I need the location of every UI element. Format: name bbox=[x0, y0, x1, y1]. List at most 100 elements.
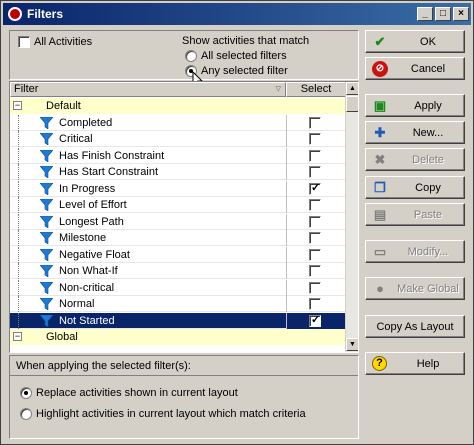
filter-select-checkbox[interactable] bbox=[309, 248, 321, 261]
filter-funnel-icon bbox=[40, 265, 53, 277]
group-row-global-label: Global bbox=[46, 331, 78, 343]
scroll-down-icon[interactable]: ▼ bbox=[346, 338, 358, 351]
scroll-thumb[interactable] bbox=[346, 96, 358, 112]
filter-select-checkbox[interactable] bbox=[309, 199, 321, 211]
filter-funnel-icon bbox=[40, 166, 53, 178]
filter-select-checkbox[interactable] bbox=[309, 313, 321, 327]
select-cell bbox=[286, 131, 346, 147]
cancel-icon: ⊘ bbox=[372, 61, 388, 77]
tree-line bbox=[18, 263, 19, 279]
all-selected-filters-radio[interactable] bbox=[185, 50, 197, 62]
group-select-cell bbox=[286, 329, 346, 345]
filter-row[interactable]: In Progress bbox=[10, 180, 346, 197]
filter-row[interactable]: Longest Path bbox=[10, 213, 346, 230]
paste-button[interactable]: ▤ Paste bbox=[365, 203, 465, 226]
tree-line bbox=[18, 180, 19, 197]
filter-select-checkbox[interactable] bbox=[309, 116, 321, 129]
column-header-filter-label: Filter bbox=[14, 83, 39, 95]
select-cell bbox=[286, 213, 346, 230]
maximize-icon[interactable]: □ bbox=[435, 7, 451, 21]
group-row-default[interactable]: − Default bbox=[10, 98, 346, 114]
filter-name: Negative Float bbox=[59, 248, 130, 261]
ok-button[interactable]: ✔ OK bbox=[365, 30, 465, 53]
tree-line bbox=[18, 197, 19, 213]
tree-line bbox=[18, 246, 19, 263]
help-button[interactable]: ? Help bbox=[365, 352, 465, 375]
apply-button[interactable]: ▣ Apply bbox=[365, 94, 465, 117]
filter-row[interactable]: Negative Float bbox=[10, 246, 346, 263]
filter-row[interactable]: Completed bbox=[10, 114, 346, 131]
filter-select-checkbox[interactable] bbox=[309, 133, 321, 145]
select-cell bbox=[286, 312, 346, 329]
filter-name: Non-critical bbox=[59, 281, 115, 294]
filter-row[interactable]: Has Start Constraint bbox=[10, 164, 346, 180]
delete-button[interactable]: ✖ Delete bbox=[365, 148, 465, 171]
filter-select-checkbox[interactable] bbox=[309, 166, 321, 178]
sort-filter-icon[interactable]: ▿ bbox=[275, 83, 281, 96]
filter-select-checkbox[interactable] bbox=[309, 215, 321, 228]
group-row-global[interactable]: − Global bbox=[10, 329, 346, 345]
match-options-panel: All Activities Show activities that matc… bbox=[9, 30, 359, 80]
filter-select-checkbox[interactable] bbox=[309, 298, 321, 310]
filter-row[interactable]: Level of Effort bbox=[10, 197, 346, 213]
new-button[interactable]: ✚ New... bbox=[365, 121, 465, 144]
collapse-icon[interactable]: − bbox=[13, 101, 22, 110]
tree-line bbox=[18, 213, 19, 230]
collapse-icon[interactable]: − bbox=[13, 332, 22, 341]
all-selected-filters-label: All selected filters bbox=[201, 50, 287, 62]
filter-row[interactable]: Non What-If bbox=[10, 263, 346, 279]
filters-dialog: Filters _ □ × All Activities Show activi… bbox=[0, 0, 474, 445]
filter-select-checkbox[interactable] bbox=[309, 232, 321, 244]
filter-name: Has Start Constraint bbox=[59, 166, 159, 178]
all-activities-checkbox[interactable] bbox=[18, 36, 30, 48]
filter-row[interactable]: Milestone bbox=[10, 230, 346, 246]
filter-name: Milestone bbox=[59, 232, 107, 244]
help-icon: ? bbox=[372, 356, 387, 371]
filter-select-checkbox[interactable] bbox=[309, 265, 321, 277]
help-button-label: Help bbox=[416, 358, 440, 370]
filter-name: Non What-If bbox=[59, 265, 118, 277]
make-global-button[interactable]: ● Make Global bbox=[365, 277, 465, 300]
scroll-up-icon[interactable]: ▲ bbox=[346, 82, 358, 95]
filter-name: Level of Effort bbox=[59, 199, 127, 211]
copy-as-layout-button[interactable]: Copy As Layout bbox=[365, 315, 465, 338]
cancel-button[interactable]: ⊘ Cancel bbox=[365, 57, 465, 80]
filter-row[interactable]: Non-critical bbox=[10, 279, 346, 296]
title-bar[interactable]: Filters _ □ × bbox=[3, 3, 471, 25]
filter-row[interactable]: Not Started bbox=[10, 312, 346, 329]
filter-name: Critical bbox=[59, 133, 93, 145]
filter-select-checkbox[interactable] bbox=[309, 181, 321, 195]
column-header-filter[interactable]: Filter ▿ bbox=[10, 82, 286, 97]
filter-select-checkbox[interactable] bbox=[309, 281, 321, 294]
select-cell bbox=[286, 197, 346, 213]
highlight-activities-label: Highlight activities in current layout w… bbox=[36, 408, 306, 420]
filter-funnel-icon bbox=[40, 281, 53, 294]
select-cell bbox=[286, 263, 346, 279]
filter-row[interactable]: Normal bbox=[10, 296, 346, 312]
tree-line bbox=[18, 131, 19, 147]
filter-name: Normal bbox=[59, 298, 95, 310]
globe-icon: ● bbox=[376, 281, 384, 296]
replace-activities-radio[interactable] bbox=[20, 387, 32, 399]
copy-icon: ❐ bbox=[374, 180, 386, 195]
select-cell bbox=[286, 279, 346, 296]
modify-icon: ▭ bbox=[373, 244, 387, 259]
plus-icon: ✚ bbox=[374, 125, 386, 140]
filter-select-checkbox[interactable] bbox=[309, 149, 321, 162]
make-global-button-label: Make Global bbox=[397, 283, 459, 295]
filter-row[interactable]: Has Finish Constraint bbox=[10, 147, 346, 164]
close-icon[interactable]: × bbox=[453, 7, 469, 21]
minimize-icon[interactable]: _ bbox=[417, 7, 433, 21]
copy-button[interactable]: ❐ Copy bbox=[365, 176, 465, 199]
select-cell bbox=[286, 114, 346, 131]
replace-activities-label: Replace activities shown in current layo… bbox=[36, 387, 238, 399]
filter-funnel-icon bbox=[40, 199, 53, 211]
filter-row[interactable]: Critical bbox=[10, 131, 346, 147]
column-header-select[interactable]: Select bbox=[286, 82, 346, 97]
tree-line bbox=[18, 164, 19, 180]
vertical-scrollbar[interactable]: ▲ ▼ bbox=[345, 82, 358, 352]
modify-button[interactable]: ▭ Modify... bbox=[365, 240, 465, 263]
delete-button-label: Delete bbox=[412, 154, 444, 166]
highlight-activities-radio[interactable] bbox=[20, 408, 32, 420]
modify-button-label: Modify... bbox=[407, 246, 449, 258]
